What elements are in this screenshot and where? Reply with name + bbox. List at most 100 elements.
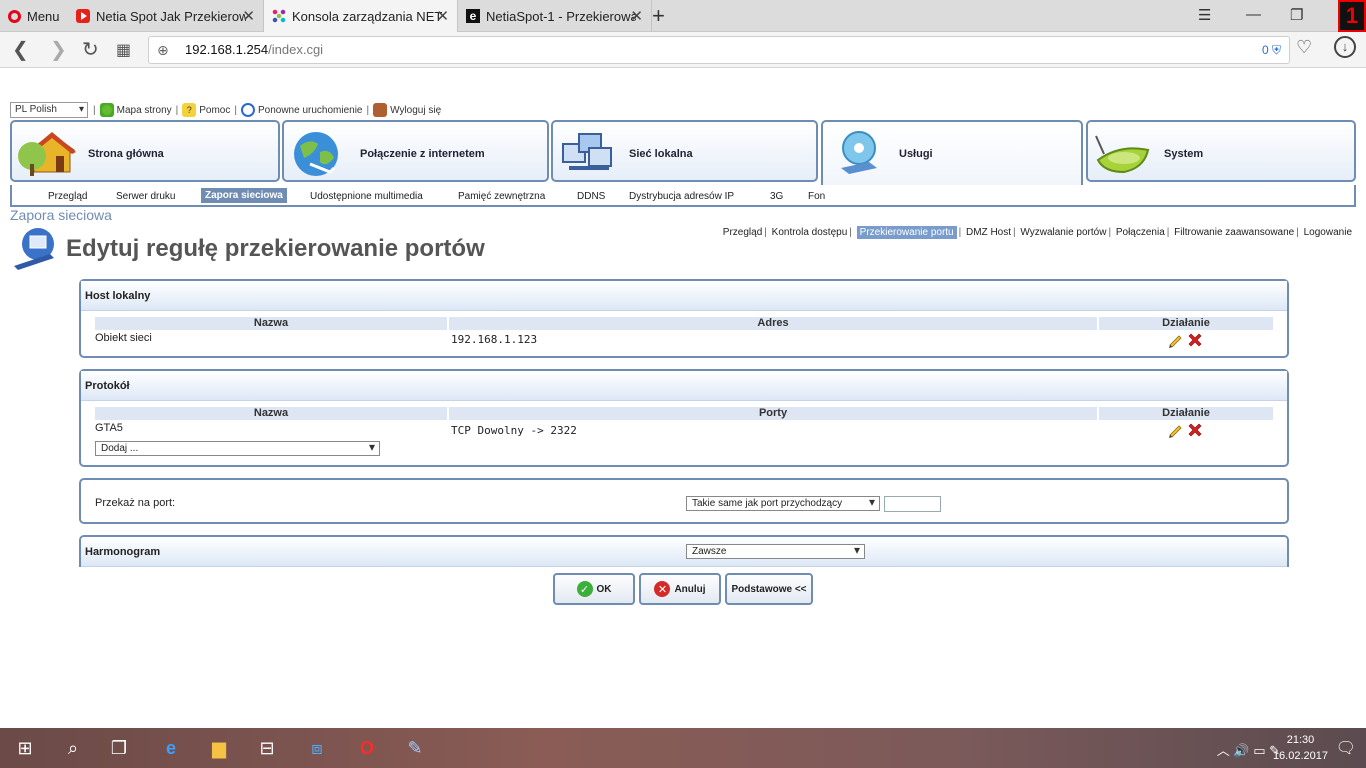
subnav-shared-media[interactable]: Udostępnione multimedia [310,191,423,202]
edit-pencil-icon[interactable] [1167,422,1183,438]
subnav-3g[interactable]: 3G [770,191,783,202]
download-icon[interactable]: ↓ [1334,36,1356,58]
delete-x-icon[interactable] [1187,332,1203,348]
browser-tab-youtube[interactable]: Netia Spot Jak Przekierowa ✕ [68,0,264,32]
help-question-icon: ? [182,103,197,117]
opera-taskbar-icon[interactable]: O [356,738,378,758]
subnav-ip-distribution[interactable]: Dystrybucja adresów IP [629,191,734,202]
rightnav-dmz-host[interactable]: DMZ Host [966,227,1011,238]
sitemap-link[interactable]: Mapa strony [99,103,172,117]
delete-x-icon[interactable] [1187,422,1203,438]
close-tab-icon[interactable]: ✕ [436,7,449,25]
network-app-icon[interactable]: ⧈ [306,738,328,758]
edit-pencil-icon[interactable] [1167,332,1183,348]
e-favicon-icon: e [466,9,480,23]
schedule-select[interactable]: Zawsze [686,544,865,559]
logout-link[interactable]: Wyloguj się [373,103,441,117]
rightnav-access-control[interactable]: Kontrola dostępu [772,227,848,238]
browser-tab-strip: Menu Netia Spot Jak Przekierowa ✕ Konsol… [0,0,1366,32]
rightnav-connections[interactable]: Połączenia [1116,227,1165,238]
tab-internet-connection[interactable]: Połączenie z internetem [282,120,549,182]
help-link[interactable]: ? Pomoc [182,103,230,117]
subnav-firewall[interactable]: Zapora sieciowa [201,188,287,203]
notification-icon[interactable]: 🗨 [1336,738,1356,758]
column-header: Działanie [1099,317,1273,330]
rightnav-port-triggering[interactable]: Wyzwalanie portów [1020,227,1106,238]
tab-home[interactable]: Strona główna [10,120,280,182]
forward-port-input[interactable] [884,496,941,512]
address-bar-row: ❮ ❯ ↻ ▦ ⊕ 192.168.1.254/index.cgi 0 ⛨ ♡ … [0,32,1366,68]
port-forwarding-icon [14,228,54,270]
column-header: Działanie [1099,407,1273,420]
clock[interactable]: 21:30 16.02.2017 [1273,732,1328,764]
recording-badge: 1 [1338,0,1366,32]
rightnav-advanced-filtering[interactable]: Filtrowanie zaawansowane [1174,227,1294,238]
section-title: Zapora sieciowa [10,207,112,223]
url-host: 192.168.1.254 [185,42,269,57]
minimize-icon[interactable]: — [1246,6,1261,23]
add-protocol-select[interactable]: Dodaj ... [95,441,380,456]
schedule-panel: Harmonogram Zawsze [79,535,1289,567]
windows-start-icon[interactable]: ⊞ [14,738,36,758]
speed-dial-grid-icon[interactable]: ▦ [116,40,131,60]
browser-tab-netiaspot[interactable]: e NetiaSpot-1 - Przekierowa ✕ [458,0,652,32]
top-links: PL Polish | Mapa strony | ? Pomoc | Pono… [10,102,444,118]
heart-bookmark-icon[interactable]: ♡ [1296,37,1312,58]
tab-services[interactable]: Usługi [821,120,1083,186]
tab-local-network[interactable]: Sieć lokalna [551,120,818,182]
subnav-fon[interactable]: Fon [808,191,825,202]
file-explorer-icon[interactable]: ▆ [208,738,230,758]
tab-title: Netia Spot Jak Przekierowa [96,8,246,24]
close-tab-icon[interactable]: ✕ [630,7,643,25]
rightnav-logging[interactable]: Logowanie [1304,227,1352,238]
computers-icon [562,133,612,170]
firewall-subnav: Przegląd | Kontrola dostępu | Przekierowan… [722,226,1352,239]
reboot-link[interactable]: Ponowne uruchomienie [240,103,363,117]
subnav-overview[interactable]: Przegląd [48,191,87,202]
basic-view-button[interactable]: Podstawowe << [725,573,813,605]
task-view-icon[interactable]: ❐ [108,738,130,758]
subnav-external-storage[interactable]: Pamięć zewnętrzna [458,191,545,202]
language-select[interactable]: PL Polish [10,102,88,118]
house-icon [18,132,76,176]
forward-port-mode-select[interactable]: Takie same jak port przychodzący [686,496,880,511]
search-icon[interactable]: ⌕ [62,738,84,758]
ad-block-shield-icon[interactable]: 0 ⛨ [1262,37,1281,63]
close-tab-icon[interactable]: ✕ [242,7,255,25]
router-admin-page: PL Polish | Mapa strony | ? Pomoc | Pono… [0,69,1366,728]
cancel-button[interactable]: ✕ Anuluj [639,573,721,605]
rightnav-port-forwarding[interactable]: Przekierowanie portu [856,226,957,239]
opera-menu-button[interactable]: Menu [0,0,68,32]
column-header: Nazwa [95,317,447,330]
local-host-panel: Host lokalny Nazwa Adres Działanie Obiek… [79,279,1289,358]
edge-icon[interactable]: e [160,738,182,758]
protocol-panel: Protokół Nazwa Porty Działanie GTA5 TCP … [79,369,1289,467]
protocol-ports-cell: TCP Dowolny -> 2322 [451,424,577,437]
subnav-ddns[interactable]: DDNS [577,191,605,202]
tab-title: NetiaSpot-1 - Przekierowa [486,8,636,24]
windows-taskbar: ⊞ ⌕ ❐ e ▆ ⊟ ⧈ O ✎ ︿ 🔊 ▭ ✎ 21:30 16.02.20… [0,728,1366,768]
system-tray-icons[interactable]: ︿ 🔊 ▭ ✎ [1217,740,1280,759]
tab-menu-icon[interactable]: ☰ [1198,6,1211,24]
paint-icon[interactable]: ✎ [404,738,426,758]
subnav-print-server[interactable]: Serwer druku [116,191,175,202]
browser-tab-netia-console[interactable]: Konsola zarządzania NETIA ✕ [264,0,458,32]
store-icon[interactable]: ⊟ [256,738,278,758]
youtube-favicon-icon [76,9,90,23]
forward-arrow-icon[interactable]: ❯ [50,37,67,62]
reload-icon[interactable]: ↻ [82,37,99,62]
restore-icon[interactable]: ❐ [1290,6,1303,24]
rightnav-overview[interactable]: Przegląd [723,227,762,238]
back-arrow-icon[interactable]: ❮ [12,37,29,62]
forward-port-panel: Przekaż na port: Takie same jak port prz… [79,478,1289,524]
globe-network-icon [294,132,338,176]
check-icon: ✓ [576,581,593,597]
netia-favicon-icon [272,9,286,23]
tab-system[interactable]: System [1086,120,1356,182]
new-tab-plus-icon[interactable]: + [652,3,665,29]
cancel-x-icon: ✕ [654,581,671,597]
ok-button[interactable]: ✓ OK [553,573,635,605]
power-icon [240,103,255,117]
url-field[interactable]: ⊕ 192.168.1.254/index.cgi 0 ⛨ [148,36,1290,64]
column-header: Adres [449,317,1097,330]
